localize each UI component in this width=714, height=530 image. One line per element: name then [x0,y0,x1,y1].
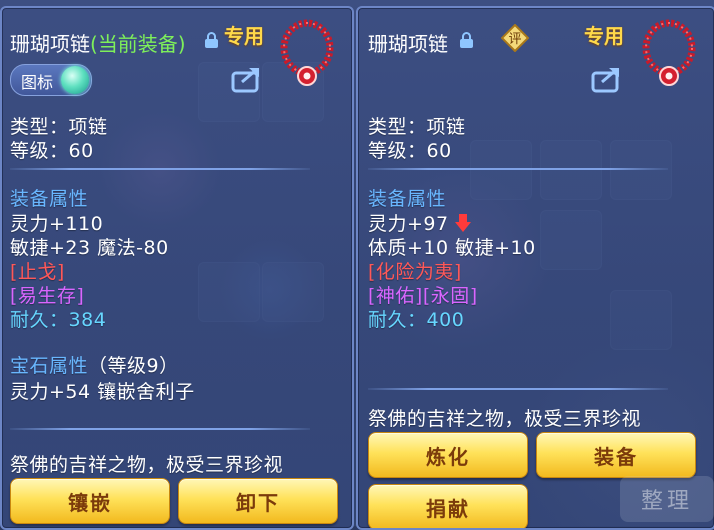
type-line: 类型：项链 [368,116,466,138]
level-line: 等级：60 [10,140,94,162]
down-arrow-icon [455,214,472,232]
equipped-tag: (当前装备) [90,32,186,56]
rate-badge-label: 评 [508,32,521,47]
durability-value: 400 [426,309,465,331]
special-effect: [易生存] [10,285,85,307]
divider [368,168,668,170]
level-line: 等级：60 [368,140,452,162]
coral-necklace-icon[interactable] [636,16,702,88]
sort-button[interactable]: 整理 [620,476,714,522]
gem-title: 宝石属性 [10,355,89,377]
special-skill: [止戈] [10,261,65,283]
item-title: 珊瑚项链(当前装备) [10,28,186,57]
attr-title: 装备属性 [10,188,89,210]
type-line: 类型：项链 [10,116,108,138]
item-description: 祭佛的吉祥之物，极受三界珍视 [10,454,284,476]
durability: 耐久：400 [368,305,464,332]
item-name: 珊瑚项链 [368,32,448,56]
equip-button[interactable]: 装备 [536,432,696,478]
item-name: 珊瑚项链 [10,32,90,56]
durability: 耐久：384 [10,305,106,332]
donate-button[interactable]: 捐献 [368,484,528,528]
coral-necklace-icon[interactable] [274,16,340,88]
share-icon[interactable] [590,64,624,94]
compare-item-tooltip: 珊瑚项链 评 专用 类型：项链 等级：60 装备属性 灵力+97 体质+10 敏… [356,6,714,530]
divider [10,428,310,430]
attr-line: 体质+10 敏捷+10 [368,237,536,259]
rate-badge-icon[interactable]: 评 [501,24,529,52]
icon-toggle[interactable]: 图标 [10,64,92,96]
refine-button[interactable]: 炼化 [368,432,528,478]
durability-label: 耐久： [368,309,427,331]
item-description: 祭佛的吉祥之物，极受三界珍视 [368,408,642,430]
special-tag: 专用 [584,24,624,48]
durability-value: 384 [68,309,107,331]
share-icon[interactable] [230,64,264,94]
divider [368,388,668,390]
divider [10,168,310,170]
special-tag: 专用 [224,24,264,48]
gem-line: 灵力+54 镶嵌舍利子 [10,381,195,403]
attr-value: 灵力+97 [368,213,449,235]
special-skill: [化险为夷] [368,261,462,283]
attr-line: 灵力+110 [10,213,104,235]
gem-header: 宝石属性（等级9） [10,351,179,378]
icon-toggle-label: 图标 [21,73,54,92]
toggle-knob [61,66,89,94]
special-effect: [神佑][永固] [368,285,478,307]
lock-icon [460,32,473,48]
inlay-button[interactable]: 镶嵌 [10,478,170,524]
attr-title: 装备属性 [368,188,447,210]
attr-line: 敏捷+23 魔法-80 [10,237,169,259]
attr-line: 灵力+97 [368,209,472,236]
gem-level: （等级9） [88,355,179,377]
lock-icon [205,32,218,48]
unequip-button[interactable]: 卸下 [178,478,338,524]
durability-label: 耐久： [10,309,69,331]
equipped-item-tooltip: 珊瑚项链(当前装备) 专用 图标 类型：项链 等级：60 装备属性 灵力+110… [0,6,354,530]
